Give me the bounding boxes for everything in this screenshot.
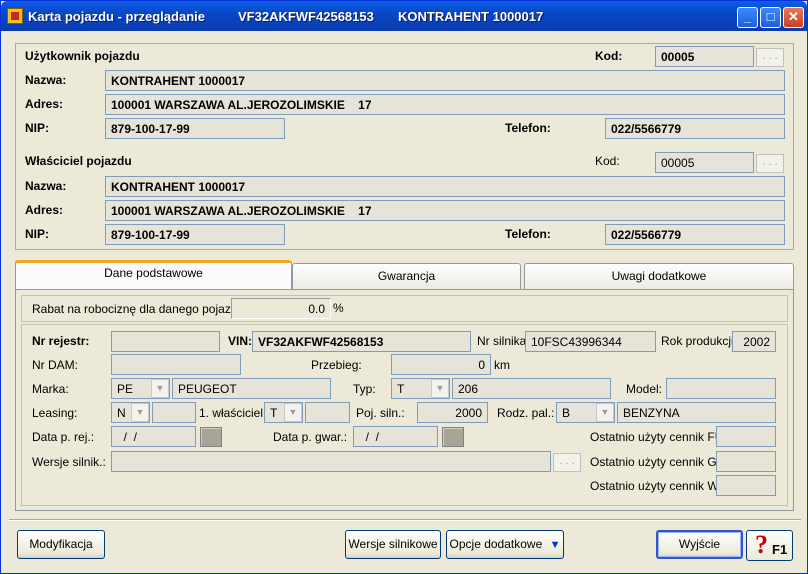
leasing-dropdown-icon[interactable]: ▼	[131, 403, 149, 422]
przebieg-field[interactable]: 0	[391, 354, 491, 375]
title-bar[interactable]: Karta pojazdu - przeglądanie VF32AKFWF42…	[1, 1, 807, 31]
rodz-dropdown-icon[interactable]: ▼	[596, 403, 614, 422]
marka-name-field[interactable]: PEUGEOT	[172, 378, 331, 399]
first-owner-label: 1. właściciel:	[199, 406, 267, 420]
tab-additional-notes[interactable]: Uwagi dodatkowe	[524, 263, 794, 289]
rabat-unit: %	[333, 301, 344, 315]
engine-versions-button[interactable]: Wersje silnikowe	[345, 530, 441, 559]
wersje-browse-button[interactable]: . . .	[553, 453, 581, 472]
user-kod-field[interactable]: 00005	[655, 46, 754, 67]
data-gwar-label: Data p. gwar.:	[273, 430, 348, 444]
nr-rej-label: Nr rejestr:	[32, 334, 90, 348]
nr-dam-field[interactable]	[111, 354, 241, 375]
gw-field[interactable]	[716, 451, 776, 472]
marka-label: Marka:	[32, 382, 69, 396]
model-field[interactable]	[666, 378, 776, 399]
poj-field[interactable]: 2000	[417, 402, 488, 423]
extra-options-button-label: Opcje dodatkowe	[449, 537, 543, 551]
user-nip-field[interactable]: 879-100-17-99	[105, 118, 285, 139]
rabat-label: Rabat na robociznę dla danego pojazdu:	[32, 302, 248, 316]
user-name-field[interactable]: KONTRAHENT 1000017	[105, 70, 785, 91]
extra-options-button[interactable]: Opcje dodatkowe ▼	[446, 530, 564, 559]
przebieg-unit: km	[494, 358, 510, 372]
nr-silnika-label: Nr silnika:	[477, 334, 530, 348]
data-gwar-field[interactable]: / /	[353, 426, 438, 447]
vin-field[interactable]: VF32AKFWF42568153	[252, 331, 471, 352]
owner-kod-browse-button[interactable]: . . .	[756, 154, 784, 173]
typ-name-field[interactable]: 206	[452, 378, 611, 399]
owner-name-label: Nazwa:	[25, 179, 67, 193]
wersje-field[interactable]	[111, 451, 551, 472]
window-title-vin: VF32AKFWF42568153	[238, 9, 374, 24]
leasing-extra-field[interactable]	[152, 402, 196, 423]
rok-field[interactable]: 2002	[732, 331, 776, 352]
nr-dam-label: Nr DAM:	[32, 358, 78, 372]
gw-label: Ostatnio użyty cennik GW:	[590, 455, 732, 469]
owner-name-field[interactable]: KONTRAHENT 1000017	[105, 176, 785, 197]
user-kod-label: Kod:	[595, 49, 623, 63]
rodz-label: Rodz. pal.:	[497, 406, 555, 420]
svg-text:?: ?	[755, 531, 768, 559]
user-address-label: Adres:	[25, 97, 64, 111]
owner-address-label: Adres:	[25, 203, 64, 217]
marka-dropdown-icon[interactable]: ▼	[151, 379, 169, 398]
poj-label: Poj. siln.:	[356, 406, 405, 420]
data-rej-label: Data p. rej.:	[32, 430, 95, 444]
first-owner-extra-field[interactable]	[305, 402, 350, 423]
chevron-down-icon: ▼	[549, 539, 561, 551]
user-section-label: Użytkownik pojazdu	[25, 49, 140, 63]
tab-warranty[interactable]: Gwarancja	[292, 263, 521, 289]
typ-dropdown-icon[interactable]: ▼	[431, 379, 449, 398]
typ-label: Typ:	[353, 382, 376, 396]
przebieg-label: Przebieg:	[311, 358, 362, 372]
modify-button-label: Modyfikacja	[29, 537, 93, 551]
owner-address-field[interactable]: 100001 WARSZAWA AL.JEROZOLIMSKIE 17	[105, 200, 785, 221]
exit-button[interactable]: Wyjście	[656, 530, 743, 559]
data-gwar-calendar-button[interactable]	[442, 427, 464, 447]
owner-section-label: Właściciel pojazdu	[25, 154, 132, 168]
we-label: Ostatnio użyty cennik WE:	[590, 479, 731, 493]
owner-kod-label: Kod:	[595, 154, 620, 168]
user-kod-browse-button[interactable]: . . .	[756, 48, 784, 67]
owner-nip-label: NIP:	[25, 227, 49, 241]
exit-button-label: Wyjście	[678, 537, 721, 551]
rok-label: Rok produkcji:	[661, 334, 738, 348]
model-label: Model:	[626, 382, 663, 396]
maximize-icon[interactable]: □	[760, 7, 781, 28]
data-rej-field[interactable]: / /	[111, 426, 196, 447]
data-rej-calendar-button[interactable]	[200, 427, 222, 447]
nr-rej-field[interactable]	[111, 331, 220, 352]
modify-button[interactable]: Modyfikacja	[17, 530, 105, 559]
fu-field[interactable]	[716, 426, 776, 447]
vehicle-card-window: Karta pojazdu - przeglądanie VF32AKFWF42…	[0, 0, 808, 574]
bottom-separator	[9, 519, 801, 521]
rabat-field[interactable]: 0.0	[231, 298, 331, 319]
help-f1-label: F1	[772, 542, 788, 557]
owner-nip-field[interactable]: 879-100-17-99	[105, 224, 285, 245]
app-icon	[7, 8, 23, 24]
owner-phone-label: Telefon:	[505, 227, 551, 241]
owner-phone-field[interactable]: 022/5566779	[605, 224, 785, 245]
help-button[interactable]: ? F1	[746, 530, 793, 561]
leasing-label: Leasing:	[32, 406, 78, 420]
minimize-icon[interactable]: _	[737, 7, 758, 28]
user-nip-label: NIP:	[25, 121, 49, 135]
we-field[interactable]	[716, 475, 776, 496]
engine-versions-button-label: Wersje silnikowe	[348, 537, 438, 551]
tab-basic-data[interactable]: Dane podstawowe	[15, 260, 292, 289]
owner-kod-field[interactable]: 00005	[655, 152, 754, 173]
close-icon[interactable]: ✕	[783, 7, 804, 28]
user-phone-field[interactable]: 022/5566779	[605, 118, 785, 139]
rodz-name-field[interactable]: BENZYNA	[617, 402, 776, 423]
user-name-label: Nazwa:	[25, 73, 67, 87]
vin-label: VIN:	[228, 334, 252, 348]
wersje-label: Wersje silnik.:	[32, 455, 106, 469]
user-phone-label: Telefon:	[505, 121, 551, 135]
user-address-field[interactable]: 100001 WARSZAWA AL.JEROZOLIMSKIE 17	[105, 94, 785, 115]
window-title-contractor: KONTRAHENT 1000017	[398, 9, 544, 24]
nr-silnika-field[interactable]: 10FSC43996344	[525, 331, 656, 352]
window-title: Karta pojazdu - przeglądanie	[28, 9, 205, 24]
fu-label: Ostatnio użyty cennik FU:	[590, 430, 727, 444]
first-owner-dropdown-icon[interactable]: ▼	[284, 403, 302, 422]
